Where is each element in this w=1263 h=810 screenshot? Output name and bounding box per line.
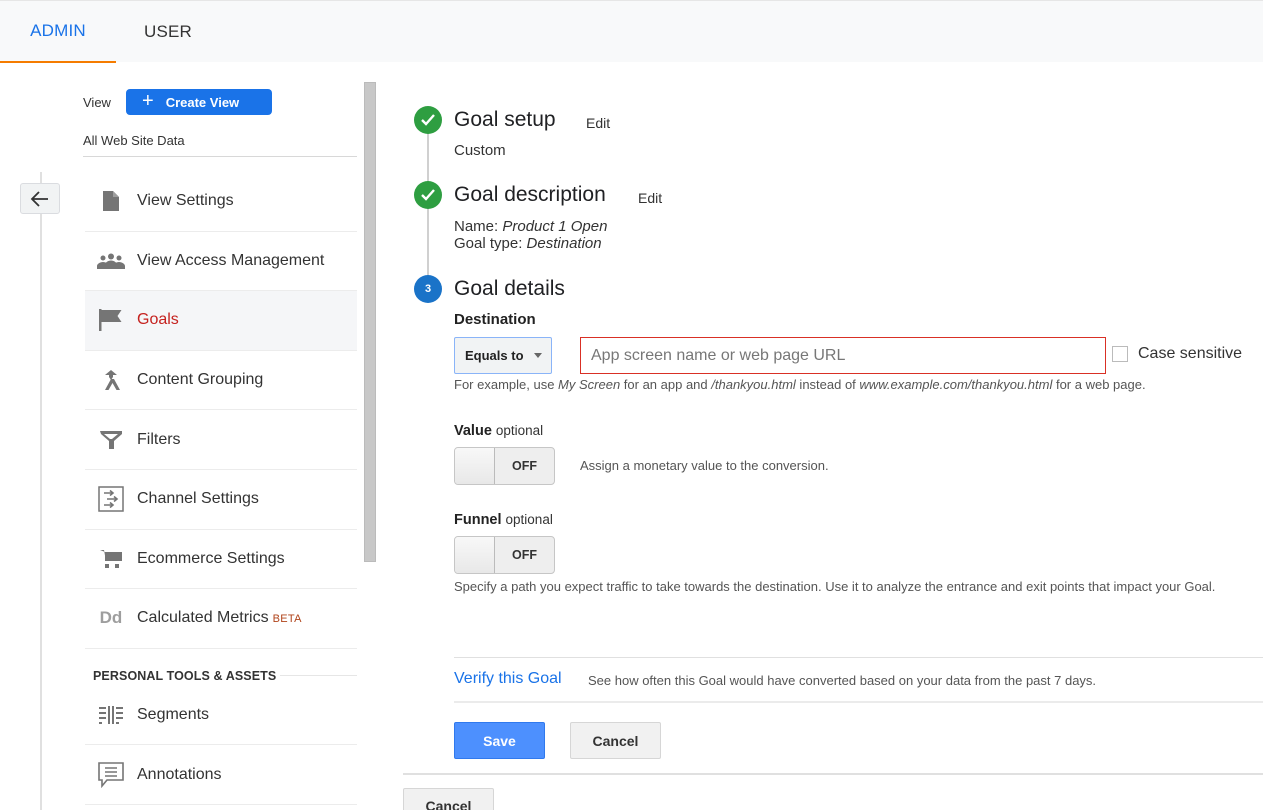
view-label: View (83, 95, 111, 110)
cart-icon (85, 548, 137, 570)
optional-tag: optional (495, 423, 544, 438)
step-1-complete-badge (414, 106, 442, 134)
value-description: Assign a monetary value to the conversio… (580, 458, 829, 473)
goal-name-value: Product 1 Open (502, 218, 608, 235)
arrow-left-icon (30, 190, 48, 207)
funnel-label: Funnel optional (454, 512, 553, 528)
plus-icon: + (142, 90, 154, 112)
match-type-dropdown[interactable]: Equals to (454, 337, 552, 374)
dd-icon: Dd (99, 608, 123, 628)
funnel-toggle[interactable]: OFF (454, 536, 555, 574)
footer-cancel-button[interactable]: Cancel (403, 788, 494, 810)
left-rail-line (40, 172, 42, 810)
create-view-label: Create View (165, 94, 240, 110)
goal-type-value: Destination (526, 235, 602, 252)
verify-goal-link[interactable]: Verify this Goal (454, 670, 562, 688)
sidebar-item-view-access-management[interactable]: View Access Management (85, 232, 357, 292)
verify-goal-description: See how often this Goal would have conve… (588, 673, 1097, 688)
sidebar-item-goals[interactable]: Goals (85, 291, 357, 351)
toggle-knob (455, 448, 495, 484)
funnel-icon (85, 429, 137, 451)
destination-label: Destination (454, 311, 536, 328)
goal-type-label: Goal type: (454, 235, 523, 252)
beta-badge: BETA (272, 613, 302, 626)
toggle-state: OFF (512, 459, 537, 473)
toggle-knob (455, 537, 495, 573)
case-sensitive-checkbox[interactable] (1112, 346, 1128, 362)
tab-admin[interactable]: ADMIN (0, 1, 116, 63)
sidebar-item-calculated-metrics[interactable]: Dd Calculated Metrics BETA (85, 589, 357, 649)
value-label: Value optional (454, 423, 544, 439)
divider (454, 657, 1263, 658)
document-icon (85, 190, 137, 212)
destination-hint: For example, use My Screen for an app an… (454, 377, 1146, 392)
sidebar-item-label: Calculated Metrics BETA (137, 609, 302, 627)
sidebar-item-label: Segments (137, 705, 210, 723)
goal-setup-summary: Custom (454, 142, 506, 159)
view-divider (83, 156, 357, 157)
sidebar-scrollbar[interactable] (364, 82, 376, 562)
sidebar-item-label: Content Grouping (137, 371, 264, 389)
sidebar-item-annotations[interactable]: Annotations (85, 745, 357, 805)
back-button[interactable] (20, 183, 60, 214)
optional-tag: optional (505, 512, 553, 527)
sidebar-item-content-grouping[interactable]: Content Grouping (85, 351, 357, 411)
divider (454, 701, 1263, 703)
people-icon (85, 252, 137, 270)
sidebar-item-filters[interactable]: Filters (85, 410, 357, 470)
name-label: Name: (454, 218, 499, 235)
sidebar-item-label: Annotations (137, 765, 222, 783)
step-3-title: Goal details (454, 277, 565, 300)
merge-icon (85, 369, 137, 391)
funnel-description: Specify a path you expect traffic to tak… (454, 579, 1216, 594)
sidebar-item-ecommerce-settings[interactable]: Ecommerce Settings (85, 530, 357, 590)
tab-user[interactable]: USER (144, 1, 192, 63)
goal-description-summary: Name: Product 1 Open Goal type: Destinat… (454, 218, 607, 252)
flag-icon (85, 308, 137, 332)
sidebar-item-channel-settings[interactable]: Channel Settings (85, 470, 357, 530)
sidebar-item-label: Filters (137, 430, 181, 448)
view-nav: View Settings View Access Management Goa… (85, 172, 357, 649)
destination-url-input[interactable] (580, 337, 1106, 374)
caret-down-icon (533, 353, 542, 358)
sidebar-item-label: View Settings (137, 192, 234, 210)
value-toggle[interactable]: OFF (454, 447, 555, 485)
step-2-complete-badge (414, 181, 442, 209)
goal-description-edit-link[interactable]: Edit (638, 190, 662, 206)
create-view-button[interactable]: + Create View (126, 89, 272, 115)
goal-setup-edit-link[interactable]: Edit (586, 115, 610, 131)
case-sensitive-label: Case sensitive (1138, 345, 1243, 362)
match-type-value: Equals to (465, 348, 524, 363)
sidebar-item-view-settings[interactable]: View Settings (85, 172, 357, 232)
personal-tools-header: PERSONAL TOOLS & ASSETS (93, 669, 277, 683)
step-1-title: Goal setup (454, 108, 556, 131)
cancel-button[interactable]: Cancel (570, 722, 661, 759)
channel-arrows-icon (85, 486, 137, 513)
sidebar-item-label: Channel Settings (137, 490, 259, 508)
divider (403, 773, 1263, 775)
top-tab-bar: ADMIN USER (0, 0, 1263, 63)
checkmark-icon (421, 114, 435, 126)
view-selector[interactable]: All Web Site Data (83, 133, 185, 148)
segments-icon (85, 705, 137, 725)
save-button[interactable]: Save (454, 722, 545, 759)
section-divider (280, 675, 357, 676)
personal-tools-nav: Segments Annotations (85, 685, 357, 805)
step-2-title: Goal description (454, 183, 606, 206)
toggle-state: OFF (512, 548, 537, 562)
comment-icon (85, 761, 137, 788)
sidebar-item-label: View Access Management (137, 251, 325, 269)
sidebar-item-label: Ecommerce Settings (137, 549, 285, 567)
sidebar-item-label: Goals (137, 311, 179, 329)
sidebar-item-segments[interactable]: Segments (85, 685, 357, 745)
checkmark-icon (421, 189, 435, 201)
step-3-number-badge: 3 (414, 275, 442, 303)
